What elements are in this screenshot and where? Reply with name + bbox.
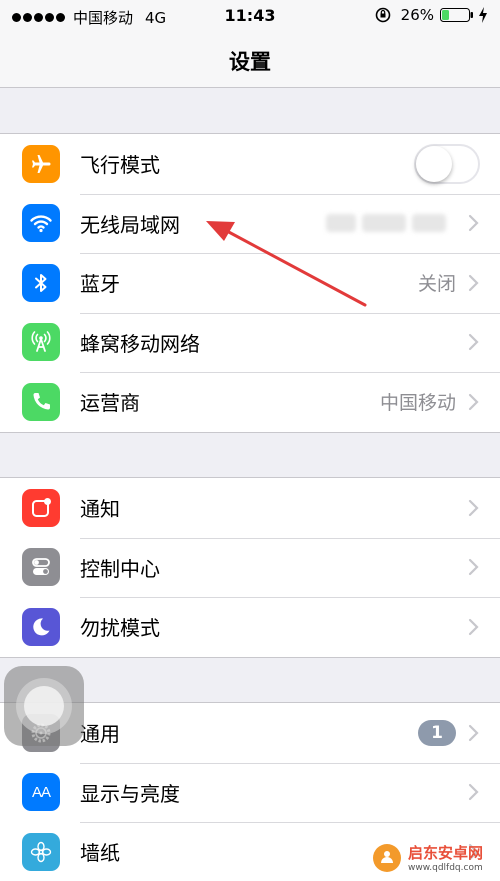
- chevron-right-icon: [468, 499, 479, 516]
- watermark-logo-icon: [373, 843, 401, 872]
- settings-row-control-center[interactable]: 控制中心: [0, 537, 500, 598]
- settings-row-cellular[interactable]: 蜂窝移动网络: [0, 312, 500, 373]
- row-label: 勿扰模式: [80, 616, 160, 641]
- status-bar: 中国移动 4G 11:43 26%: [0, 0, 500, 34]
- row-label: 运营商: [80, 391, 140, 416]
- settings-row-bluetooth[interactable]: 蓝牙 关闭: [0, 253, 500, 313]
- navigation-bar: 设置: [0, 34, 500, 88]
- notification-icon: [22, 488, 60, 527]
- bluetooth-status: 关闭: [417, 273, 456, 296]
- wifi-network-name-redacted: [326, 212, 456, 234]
- display-icon: AA: [22, 773, 60, 812]
- watermark-text: 启东安卓网 www.qdlfdq.com: [408, 842, 483, 873]
- settings-row-carrier[interactable]: 运营商 中国移动: [0, 372, 500, 432]
- chevron-right-icon: [468, 618, 479, 635]
- settings-row-wifi[interactable]: 无线局域网: [0, 193, 500, 254]
- row-label: 蜂窝移动网络: [80, 331, 200, 356]
- airplane-icon: [22, 144, 60, 183]
- bluetooth-icon: [22, 263, 60, 302]
- chevron-right-icon: [468, 784, 479, 801]
- chevron-right-icon: [468, 334, 479, 351]
- row-label: 墙纸: [80, 841, 120, 866]
- watermark-url: www.qdlfdq.com: [408, 863, 483, 873]
- row-label: 蓝牙: [80, 272, 120, 297]
- carrier-value: 中国移动: [379, 392, 456, 415]
- wallpaper-icon: [22, 832, 60, 871]
- row-label: 显示与亮度: [80, 781, 180, 806]
- rotation-lock-icon: [375, 7, 390, 23]
- display-icon-text: AA: [31, 783, 51, 801]
- row-label: 控制中心: [80, 556, 160, 581]
- moon-icon: [22, 607, 60, 646]
- chevron-right-icon: [468, 215, 479, 232]
- row-label: 无线局域网: [80, 212, 180, 237]
- assistive-touch-button[interactable]: [4, 666, 84, 746]
- update-badge: 1: [418, 719, 456, 746]
- watermark-name: 启东安卓网: [408, 844, 484, 862]
- settings-row-display-brightness[interactable]: AA 显示与亮度: [0, 762, 500, 823]
- watermark: 启东安卓网 www.qdlfdq.com: [372, 842, 483, 873]
- chevron-right-icon: [468, 274, 479, 291]
- control-center-icon: [22, 548, 60, 587]
- airplane-mode-toggle[interactable]: [414, 143, 480, 184]
- battery-icon: [440, 8, 473, 22]
- cellular-icon: [22, 323, 60, 362]
- assistive-touch-center: [24, 686, 64, 726]
- settings-group-connectivity: 飞行模式 无线局域网 蓝牙 关闭 蜂窝移动网络 运营商 中国移动: [0, 133, 500, 433]
- settings-group-notifications: 通知 控制中心 勿扰模式: [0, 477, 500, 658]
- chevron-right-icon: [468, 393, 479, 410]
- chevron-right-icon: [468, 559, 479, 576]
- page-title: 设置: [229, 50, 271, 74]
- row-label: 通知: [80, 497, 120, 522]
- charging-bolt-icon: [479, 7, 487, 23]
- wifi-icon: [22, 204, 60, 243]
- battery-percent: 26%: [400, 6, 434, 24]
- settings-row-notifications[interactable]: 通知: [0, 478, 500, 538]
- row-label: 飞行模式: [80, 153, 160, 178]
- toggle-knob: [416, 145, 452, 182]
- row-label: 通用: [80, 722, 120, 747]
- status-right: 26%: [375, 6, 488, 24]
- phone-icon: [22, 382, 60, 421]
- chevron-right-icon: [468, 724, 479, 741]
- settings-row-airplane-mode[interactable]: 飞行模式: [0, 134, 500, 194]
- settings-row-do-not-disturb[interactable]: 勿扰模式: [0, 597, 500, 657]
